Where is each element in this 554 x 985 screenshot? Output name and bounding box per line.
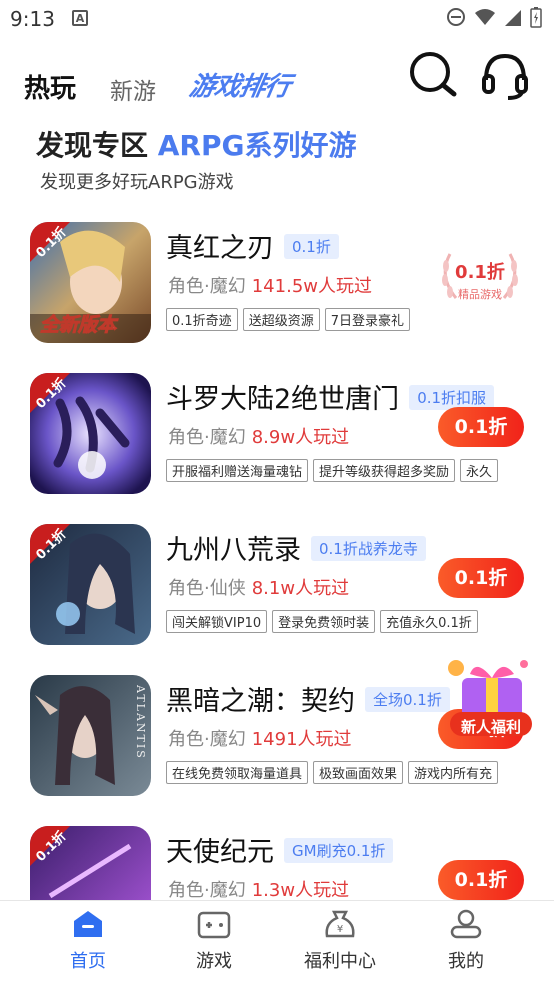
game-label: 0.1折奇迹 bbox=[166, 308, 238, 331]
tab-ranking[interactable]: 游戏排行 bbox=[187, 66, 294, 103]
game-players: 8.9w人玩过 bbox=[251, 427, 350, 448]
game-category: 角色·魔幻 bbox=[168, 427, 246, 448]
nav-profile-label: 我的 bbox=[448, 951, 484, 972]
search-icon[interactable] bbox=[408, 50, 458, 100]
wreath-caption: 精品游戏 bbox=[458, 288, 502, 301]
nav-welfare[interactable]: ¥ 福利中心 bbox=[290, 909, 390, 973]
game-label: 7日登录豪礼 bbox=[324, 308, 410, 331]
dnd-icon bbox=[447, 8, 465, 26]
game-label: 开服福利赠送海量魂钻 bbox=[166, 459, 309, 482]
game-icon[interactable]: 0.1折 bbox=[30, 373, 151, 494]
nav-profile[interactable]: 我的 bbox=[416, 909, 516, 973]
game-name: 斗罗大陆2绝世唐门 bbox=[166, 384, 400, 415]
status-bar: 9:13 A bbox=[0, 0, 554, 36]
customer-service-icon[interactable] bbox=[480, 52, 530, 102]
game-labels: 开服福利赠送海量魂钻 提升等级获得超多奖励 永久 bbox=[166, 459, 524, 483]
money-bag-icon: ¥ bbox=[325, 910, 355, 938]
top-tab-bar: 热玩 新游 游戏排行 bbox=[0, 56, 554, 116]
game-label: 极致画面效果 bbox=[313, 761, 404, 784]
nav-home-label: 首页 bbox=[70, 951, 106, 972]
signal-icon bbox=[505, 10, 521, 26]
notification-icon: A bbox=[72, 10, 88, 26]
game-players: 1491人玩过 bbox=[251, 729, 352, 750]
game-label: 送超级资源 bbox=[242, 308, 320, 331]
game-category: 角色·仙侠 bbox=[168, 578, 246, 599]
game-icon[interactable]: 0.1折 bbox=[30, 524, 151, 645]
icon-banner: 全新版本 bbox=[39, 314, 117, 337]
game-labels: 闯关解锁VIP10 登录免费领时装 充值永久0.1折 bbox=[166, 610, 524, 634]
game-category: 角色·魔幻 bbox=[168, 276, 246, 297]
game-players: 1.3w人玩过 bbox=[251, 880, 350, 900]
section-subtitle: 发现更多好玩ARPG游戏 bbox=[40, 172, 234, 193]
nav-welfare-label: 福利中心 bbox=[304, 951, 376, 972]
game-players: 141.5w人玩过 bbox=[251, 276, 372, 297]
game-tag: 0.1折战养龙寺 bbox=[311, 536, 426, 561]
game-tag: GM刷充0.1折 bbox=[284, 838, 394, 863]
game-label: 充值永久0.1折 bbox=[380, 610, 478, 633]
game-name: 黑暗之潮：契约 bbox=[166, 686, 355, 717]
game-label: 游戏内所有充 bbox=[408, 761, 499, 784]
game-labels: 0.1折奇迹 送超级资源 7日登录豪礼 bbox=[166, 308, 524, 332]
gift-label: 新人福利 bbox=[460, 718, 521, 736]
discount-button[interactable]: 0.1折 bbox=[438, 558, 524, 598]
game-item-douluo[interactable]: 0.1折 斗罗大陆2绝世唐门 0.1折扣服 角色·魔幻 8.9w人玩过 开服福利赠送… bbox=[0, 373, 554, 523]
game-tag: 0.1折 bbox=[284, 234, 339, 259]
status-time: 9:13 bbox=[10, 7, 55, 31]
game-tag: 全场0.1折 bbox=[365, 687, 450, 712]
battery-icon bbox=[530, 7, 542, 28]
game-icon[interactable]: ATLANTIS bbox=[30, 675, 151, 796]
game-label: 提升等级获得超多奖励 bbox=[313, 459, 456, 482]
game-name: 天使纪元 bbox=[166, 837, 274, 868]
game-item-zhenhong[interactable]: 0.1折 全新版本 真红之刃 0.1折 角色·魔幻 141.5w人玩过 0.1折奇迹… bbox=[0, 222, 554, 372]
svg-text:¥: ¥ bbox=[337, 924, 343, 935]
game-label: 登录免费领时装 bbox=[272, 610, 376, 633]
icon-text: ATLANTIS bbox=[134, 685, 147, 760]
tab-hot[interactable]: 热玩 bbox=[24, 68, 76, 105]
game-item-tianshi[interactable]: 0.1折 天使纪元 GM刷充0.1折 角色·魔幻 1.3w人玩过 0.1折 bbox=[0, 826, 554, 900]
nav-games-label: 游戏 bbox=[196, 951, 232, 972]
nav-home[interactable]: 首页 bbox=[38, 909, 138, 973]
gamepad-icon bbox=[197, 911, 231, 939]
discount-button[interactable]: 0.1折 bbox=[438, 407, 524, 447]
game-icon[interactable]: 0.1折 bbox=[30, 826, 151, 900]
game-label: 在线免费领取海量道具 bbox=[166, 761, 309, 784]
section-title-prefix: 发现专区 bbox=[36, 129, 149, 162]
section-title: 发现专区 ARPG系列好游 bbox=[36, 124, 357, 164]
game-name: 真红之刃 bbox=[166, 233, 274, 264]
tab-new[interactable]: 新游 bbox=[110, 72, 156, 106]
premium-wreath-badge: 0.1折 精品游戏 bbox=[436, 246, 524, 306]
home-icon bbox=[74, 911, 102, 937]
bottom-nav: 首页 游戏 ¥ 福利中心 我的 bbox=[0, 900, 554, 985]
wifi-icon bbox=[475, 9, 495, 25]
game-label: 永久 bbox=[460, 459, 499, 482]
discount-button[interactable]: 0.1折 bbox=[438, 860, 524, 900]
user-icon bbox=[450, 909, 482, 939]
game-icon[interactable]: 0.1折 全新版本 bbox=[30, 222, 151, 343]
game-category: 角色·魔幻 bbox=[168, 880, 246, 900]
section-title-highlight: ARPG系列好游 bbox=[157, 129, 357, 162]
game-category: 角色·魔幻 bbox=[168, 729, 246, 750]
game-players: 8.1w人玩过 bbox=[251, 578, 350, 599]
game-labels: 在线免费领取海量道具 极致画面效果 游戏内所有充 bbox=[166, 761, 524, 785]
game-label: 闯关解锁VIP10 bbox=[166, 610, 268, 633]
game-name: 九州八荒录 bbox=[166, 535, 301, 566]
nav-games[interactable]: 游戏 bbox=[164, 909, 264, 973]
wreath-discount: 0.1折 bbox=[455, 262, 505, 283]
newbie-gift-widget[interactable]: 新人福利 bbox=[442, 652, 540, 742]
